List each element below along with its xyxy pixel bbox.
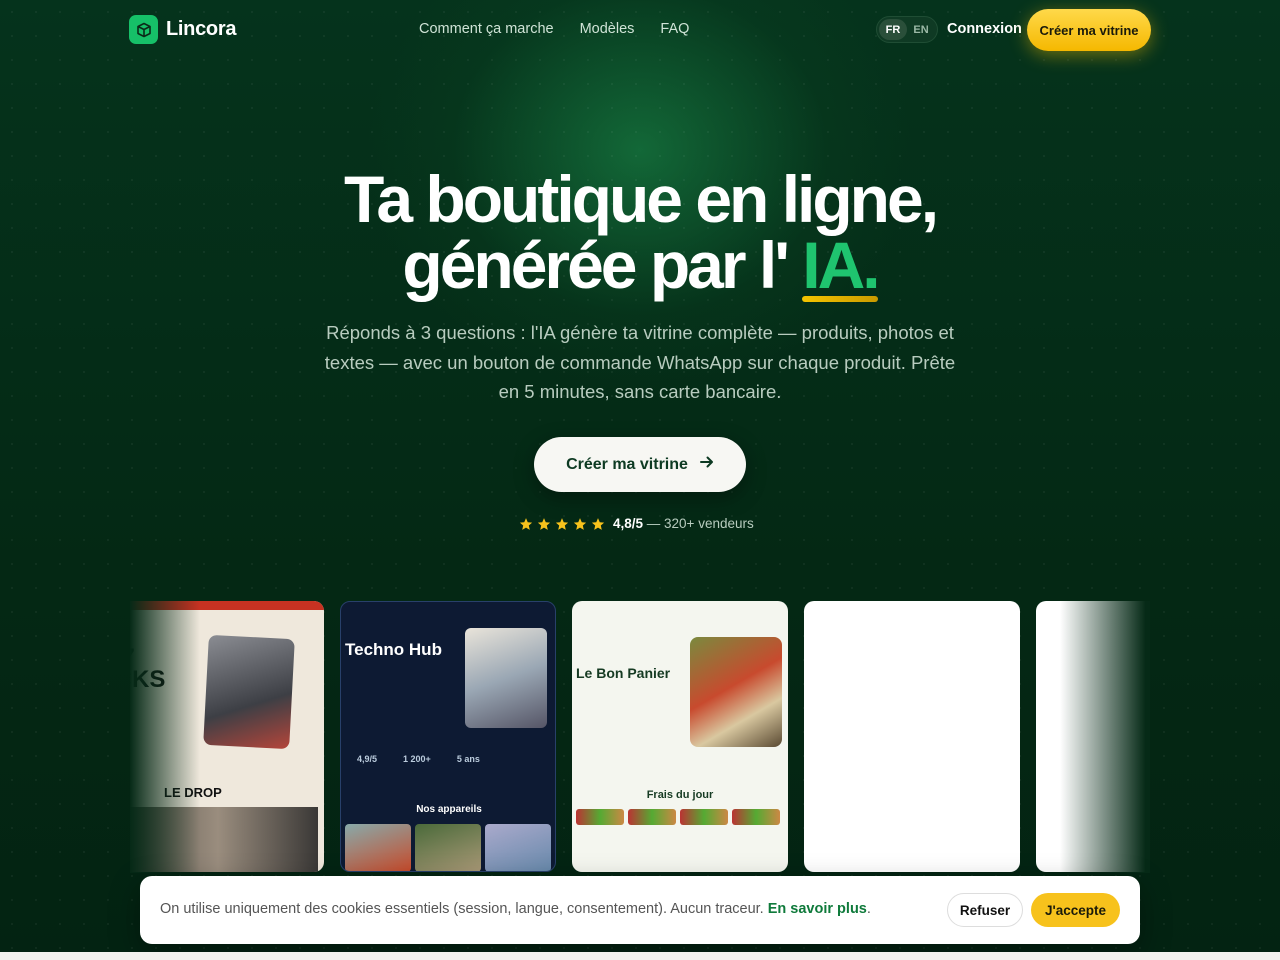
arrow-right-icon xyxy=(699,455,714,474)
product-photo xyxy=(690,637,782,747)
stat-value: 4,9/5 xyxy=(357,754,378,764)
cookie-text-end: . xyxy=(866,901,871,917)
hero-create-store-button[interactable]: Créer ma vitrine xyxy=(534,437,746,492)
cookie-accept-button[interactable]: J'accepte xyxy=(1031,893,1120,927)
brand-name: Lincora xyxy=(166,18,237,40)
star-icon xyxy=(573,517,587,530)
nav-create-store-button[interactable]: Créer ma vitrine xyxy=(1027,9,1151,51)
rating-summary: 4,8/5 — 320+ vendeurs xyxy=(519,516,754,531)
template-card-le-bon-panier[interactable]: Le Bon Panier Frais du jour xyxy=(572,601,788,872)
top-nav: Lincora Comment ça marche Modèles FAQ FR… xyxy=(0,0,1280,60)
brand-logo[interactable]: Lincora xyxy=(129,15,236,44)
product-thumbnails xyxy=(576,809,780,825)
nav-link-how-it-works[interactable]: Comment ça marche xyxy=(419,21,554,37)
cookie-banner: On utilise uniquement des cookies essent… xyxy=(140,876,1140,944)
nav-links: Comment ça marche Modèles FAQ xyxy=(419,21,689,37)
hero-title-prefix: générée par l' xyxy=(402,228,790,302)
cookie-text: On utilise uniquement des cookies essent… xyxy=(160,901,764,917)
hero-title-accent: IA. xyxy=(802,228,881,302)
language-switcher: FR EN xyxy=(876,16,938,43)
product-photo xyxy=(465,628,547,728)
card-section-title: Frais du jour xyxy=(646,789,714,801)
page-next-section xyxy=(0,952,1280,960)
cookie-learn-more-link[interactable]: En savoir plus xyxy=(768,901,867,917)
card-stats: 4,9/5 1 200+ 5 ans xyxy=(357,754,480,764)
card-title: Le Bon Panier xyxy=(576,665,671,681)
star-rating xyxy=(519,517,605,531)
cookie-message: On utilise uniquement des cookies essent… xyxy=(160,901,871,917)
gallery-fade-left xyxy=(130,601,200,873)
hero-title-line1: Ta boutique en ligne, xyxy=(343,162,939,236)
stat-value: 5 ans xyxy=(456,754,480,764)
template-gallery: 37 ICKS LE DROP Techno Hub 4,9/5 1 200+ … xyxy=(130,601,1150,873)
rating-vendors: — 320+ vendeurs xyxy=(643,516,754,531)
hero-cta-label: Créer ma vitrine xyxy=(566,455,688,473)
hero-subtitle: Réponds à 3 questions : l'IA génère ta v… xyxy=(324,322,956,402)
box-icon xyxy=(129,15,158,44)
product-photo xyxy=(203,634,295,750)
template-card-techno-hub[interactable]: Techno Hub 4,9/5 1 200+ 5 ans Nos appare… xyxy=(340,601,556,872)
gallery-fade-right xyxy=(1060,601,1150,873)
cookie-refuse-button[interactable]: Refuser xyxy=(947,893,1023,927)
card-title: Techno Hub xyxy=(345,640,442,659)
lang-option-en[interactable]: EN xyxy=(907,19,935,40)
star-icon xyxy=(537,517,551,530)
stat-value: 1 200+ xyxy=(403,754,431,764)
lang-option-fr[interactable]: FR xyxy=(879,19,907,40)
hero-title-line2: générée par l' IA. xyxy=(0,228,1280,302)
star-icon xyxy=(555,517,569,530)
card-section-title: Nos appareils xyxy=(416,804,482,815)
login-link[interactable]: Connexion xyxy=(947,21,1022,37)
star-icon xyxy=(519,517,533,530)
star-icon xyxy=(591,517,605,530)
nav-link-templates[interactable]: Modèles xyxy=(580,21,635,37)
product-thumbnails xyxy=(345,824,551,871)
template-card-placeholder[interactable] xyxy=(804,601,1020,872)
rating-value: 4,8/5 xyxy=(613,516,644,531)
nav-link-faq[interactable]: FAQ xyxy=(660,21,689,37)
